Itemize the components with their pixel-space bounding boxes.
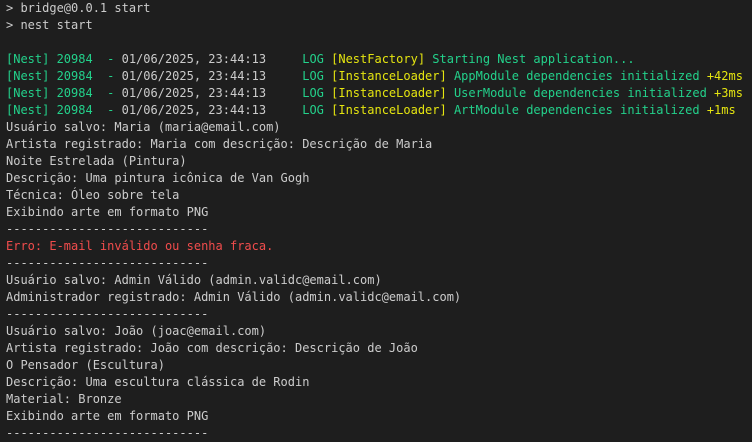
nest-log-line: [Nest] 20984 - 01/06/2025, 23:44:13 LOG … bbox=[6, 102, 752, 119]
output-line: Artista registrado: João com descrição: … bbox=[6, 340, 752, 357]
nest-log-prefix: [Nest] 20984 - bbox=[6, 52, 122, 66]
output-line: Usuário salvo: Maria (maria@email.com) bbox=[6, 119, 752, 136]
nest-log-timestamp: 01/06/2025, 23:44:13 bbox=[121, 52, 267, 66]
line-text: Técnica: Óleo sobre tela bbox=[6, 188, 180, 202]
nest-log-duration: +42ms bbox=[699, 69, 743, 83]
output-line: Usuário salvo: João (joac@email.com) bbox=[6, 323, 752, 340]
line-text: > bridge@0.0.1 start bbox=[6, 1, 151, 15]
output-line: Exibindo arte em formato PNG bbox=[6, 408, 752, 425]
nest-log-message: UserModule dependencies initialized bbox=[446, 86, 707, 100]
nest-log-context: [NestFactory] bbox=[331, 52, 426, 66]
line-text: Artista registrado: Maria com descrição:… bbox=[6, 137, 433, 151]
line-text: ---------------------------- bbox=[6, 426, 209, 440]
line-text: > nest start bbox=[6, 18, 93, 32]
line-text: ---------------------------- bbox=[6, 307, 209, 321]
output-line: Artista registrado: Maria com descrição:… bbox=[6, 136, 752, 153]
nest-log-level: LOG bbox=[266, 69, 332, 83]
nest-log-prefix: [Nest] 20984 - bbox=[6, 86, 122, 100]
output-line: Técnica: Óleo sobre tela bbox=[6, 187, 752, 204]
output-line: Exibindo arte em formato PNG bbox=[6, 204, 752, 221]
line-text: Administrador registrado: Admin Válido (… bbox=[6, 290, 462, 304]
nest-log-context: [InstanceLoader] bbox=[331, 103, 447, 117]
output-line: Descrição: Uma escultura clássica de Rod… bbox=[6, 374, 752, 391]
output-line: O Pensador (Escultura) bbox=[6, 357, 752, 374]
line-text: O Pensador (Escultura) bbox=[6, 358, 165, 372]
terminal-output[interactable]: > bridge@0.0.1 start > nest start [Nest] 2… bbox=[0, 0, 752, 442]
nest-log-level: LOG bbox=[266, 52, 332, 66]
nest-log-context: [InstanceLoader] bbox=[331, 86, 447, 100]
line-text: ---------------------------- bbox=[6, 256, 209, 270]
nest-log-timestamp: 01/06/2025, 23:44:13 bbox=[121, 103, 267, 117]
output-line: ---------------------------- bbox=[6, 221, 752, 238]
output-line: ---------------------------- bbox=[6, 425, 752, 442]
line-text: Noite Estrelada (Pintura) bbox=[6, 154, 187, 168]
nest-log-duration: +3ms bbox=[706, 86, 743, 100]
nest-log-line: [Nest] 20984 - 01/06/2025, 23:44:13 LOG … bbox=[6, 68, 752, 85]
line-text: Descrição: Uma escultura clássica de Rod… bbox=[6, 375, 310, 389]
output-line: ---------------------------- bbox=[6, 255, 752, 272]
output-line: > nest start bbox=[6, 17, 752, 34]
output-line: Administrador registrado: Admin Válido (… bbox=[6, 289, 752, 306]
nest-log-message: AppModule dependencies initialized bbox=[446, 69, 700, 83]
nest-log-duration: +1ms bbox=[699, 103, 736, 117]
output-line: Usuário salvo: Admin Válido (admin.valid… bbox=[6, 272, 752, 289]
line-text: Exibindo arte em formato PNG bbox=[6, 409, 209, 423]
line-text: Usuário salvo: Admin Válido (admin.valid… bbox=[6, 273, 382, 287]
nest-log-level: LOG bbox=[266, 103, 332, 117]
line-text: ---------------------------- bbox=[6, 222, 209, 236]
output-line: > bridge@0.0.1 start bbox=[6, 0, 752, 17]
nest-log-timestamp: 01/06/2025, 23:44:13 bbox=[121, 86, 267, 100]
line-text: Artista registrado: João com descrição: … bbox=[6, 341, 418, 355]
nest-log-line: [Nest] 20984 - 01/06/2025, 23:44:13 LOG … bbox=[6, 51, 752, 68]
line-text: Erro: E-mail inválido ou senha fraca. bbox=[6, 239, 274, 253]
output-line: Material: Bronze bbox=[6, 391, 752, 408]
nest-log-prefix: [Nest] 20984 - bbox=[6, 103, 122, 117]
line-text: Exibindo arte em formato PNG bbox=[6, 205, 209, 219]
nest-log-context: [InstanceLoader] bbox=[331, 69, 447, 83]
line-text: Descrição: Uma pintura icônica de Van Go… bbox=[6, 171, 310, 185]
line-text: Usuário salvo: Maria (maria@email.com) bbox=[6, 120, 281, 134]
line-text: Material: Bronze bbox=[6, 392, 122, 406]
nest-log-message: Starting Nest application... bbox=[425, 52, 635, 66]
nest-log-message: ArtModule dependencies initialized bbox=[446, 103, 700, 117]
nest-log-timestamp: 01/06/2025, 23:44:13 bbox=[121, 69, 267, 83]
error-line: Erro: E-mail inválido ou senha fraca. bbox=[6, 238, 752, 255]
output-line: Noite Estrelada (Pintura) bbox=[6, 153, 752, 170]
output-line: ---------------------------- bbox=[6, 306, 752, 323]
nest-log-level: LOG bbox=[266, 86, 332, 100]
output-line: Descrição: Uma pintura icônica de Van Go… bbox=[6, 170, 752, 187]
nest-log-prefix: [Nest] 20984 - bbox=[6, 69, 122, 83]
line-text: Usuário salvo: João (joac@email.com) bbox=[6, 324, 267, 338]
nest-log-line: [Nest] 20984 - 01/06/2025, 23:44:13 LOG … bbox=[6, 85, 752, 102]
